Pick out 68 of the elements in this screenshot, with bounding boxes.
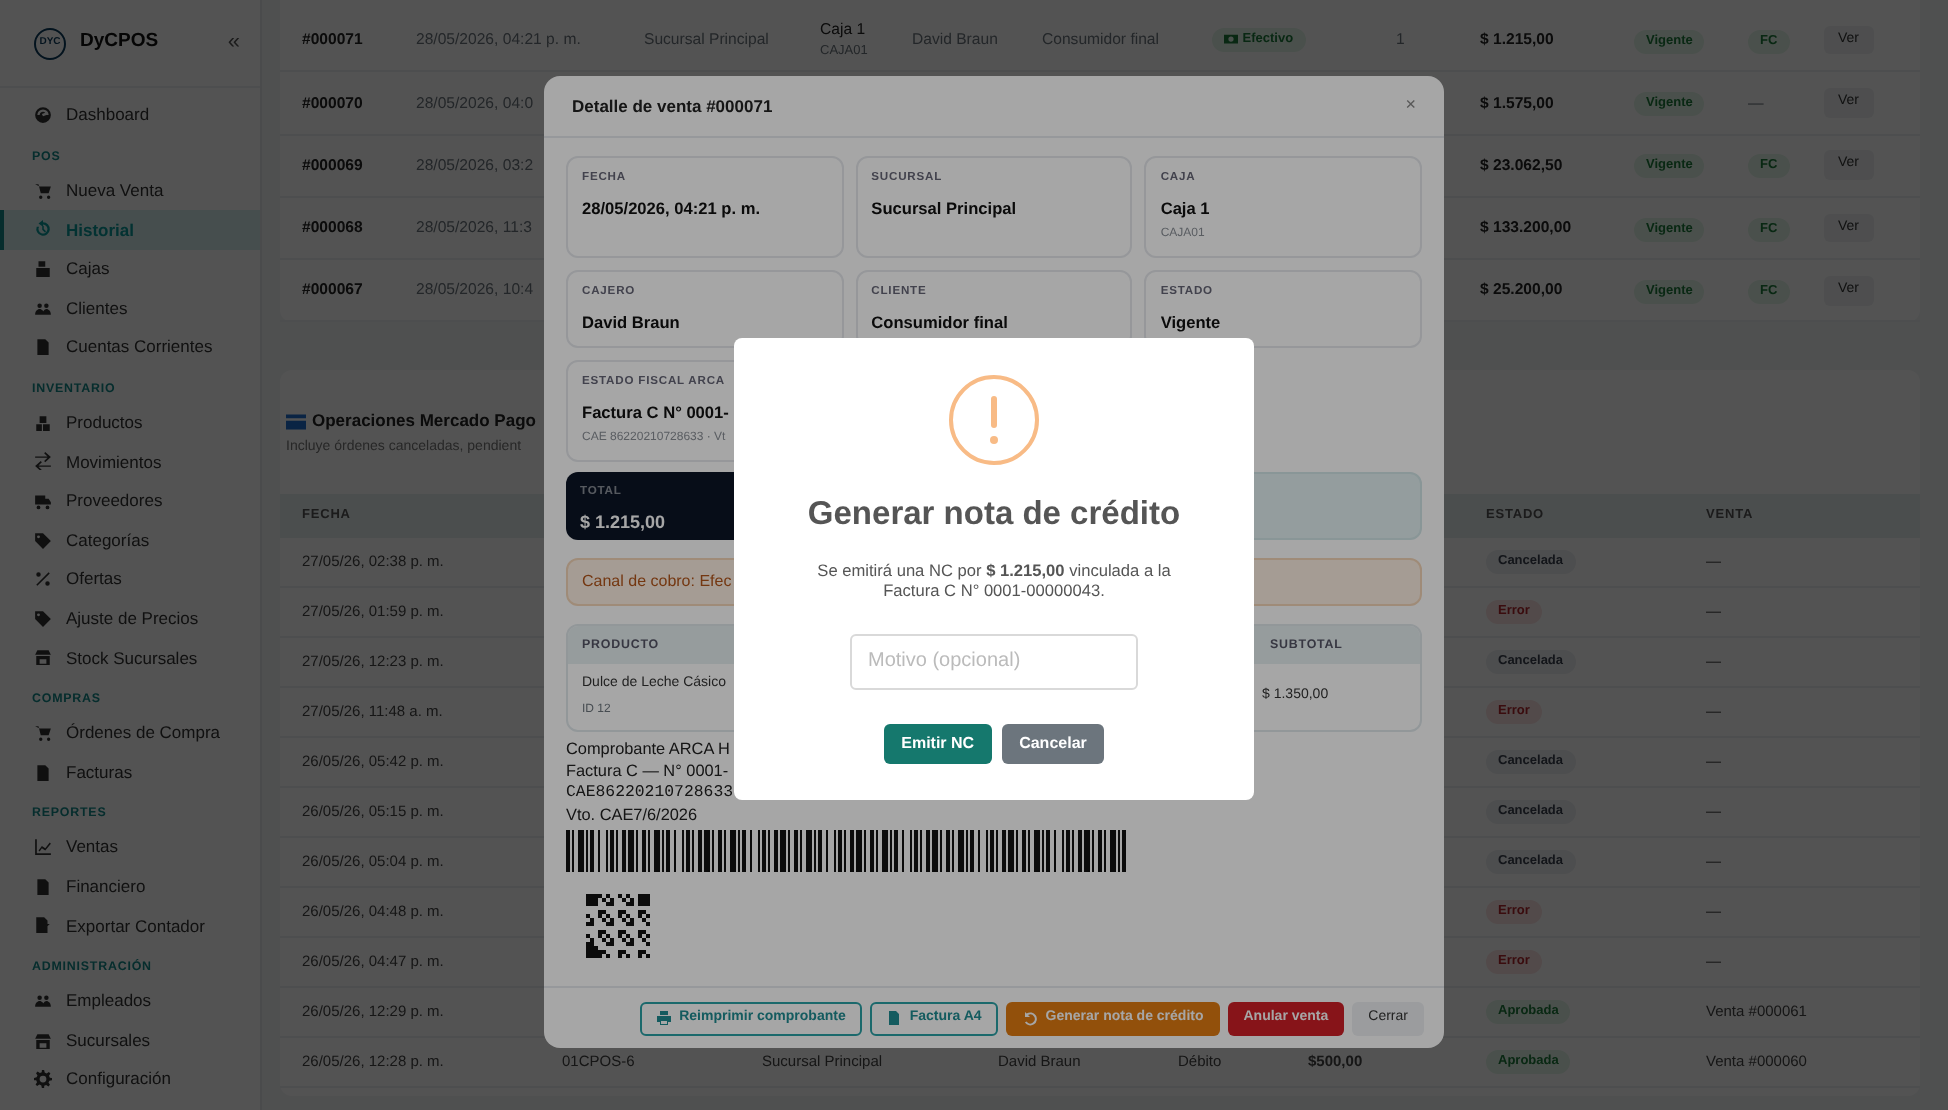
sidebar-item[interactable]: Financiero [0,867,260,907]
close-button[interactable]: × [1405,92,1416,120]
sidebar-item[interactable]: Sucursales [0,1020,260,1060]
receipt-line: Vto. CAE7/6/2026 [566,803,698,826]
cash-icon [1224,32,1238,47]
people-icon [34,991,52,1010]
reason-input[interactable]: Motivo (opcional) [850,633,1138,690]
settings-icon [34,1070,52,1089]
warning-icon [948,374,1040,466]
document-icon [34,763,52,782]
sidebar-item[interactable]: Categorías [0,520,260,560]
card-title: Operaciones Mercado Pago [312,408,536,435]
field-value: David Braun [582,309,682,335]
document-icon [34,877,52,896]
receipt-line: CAE86220210728633 [566,781,734,804]
sidebar-item[interactable]: Cuentas Corrientes [0,327,260,368]
sidebar-item[interactable]: Stock Sucursales [0,638,260,678]
collapse-button[interactable]: « [227,26,240,60]
sidebar-item[interactable]: Clientes [0,288,260,328]
store-icon [34,648,52,667]
sidebar-item[interactable]: Facturas [0,752,260,792]
qr-code [586,893,650,958]
register-icon [34,260,52,279]
field-value: Factura C N° 0001- [582,399,731,425]
gauge-icon [34,106,52,125]
store-icon [34,1031,52,1050]
people-icon [34,299,52,318]
cancel-button[interactable]: Cancelar [1001,723,1105,764]
dialog-message: Se emitirá una NC por $ 1.215,00 vinculada a la Factura C N° 0001-00000043. [815,559,1173,600]
undo-icon [1021,1010,1038,1026]
chart-icon [34,838,52,857]
sidebar-item[interactable]: Configuración [0,1059,260,1099]
sidebar-item[interactable]: Dashboard [0,96,260,136]
truck-icon [34,492,52,511]
tag-icon [34,531,52,550]
arrows-icon [34,452,52,471]
sidebar-item[interactable]: Historial [0,210,260,250]
sidebar-item[interactable]: Exportar Contador [0,906,260,946]
document-icon [885,1010,902,1026]
dialog-title: Generar nota de crédito [807,494,1181,536]
sidebar-item[interactable]: Empleados [0,981,260,1021]
history-icon [34,220,52,239]
sidebar-item[interactable]: Ajuste de Precios [0,599,260,639]
field-value: 28/05/2026, 04:21 p. m. [582,195,763,221]
sidebar-item[interactable]: Proveedores [0,481,260,521]
percent-icon [34,570,52,589]
card-icon [286,411,306,432]
brand-name: DyCPOS [80,28,159,57]
export-icon [34,916,52,935]
modal-title: Detalle de venta #000071 [572,93,773,119]
sidebar-item[interactable]: Ofertas [0,559,260,600]
cart-icon [34,181,52,200]
field-value: Consumidor final [871,309,1010,335]
field-value: Sucursal Principal [871,195,1019,221]
printer-icon [655,1010,672,1026]
cart-icon [34,724,52,743]
sidebar-item[interactable]: Órdenes de Compra [0,713,260,753]
document-icon [34,338,52,357]
tags-icon [34,609,52,628]
receipt-line: Comprobante ARCA H [566,737,730,760]
receipt-line: Factura C — N° 0001- [566,759,729,782]
field-value: Caja 1 [1160,195,1212,221]
boxes-icon [34,413,52,432]
sidebar-item[interactable]: Productos [0,403,260,443]
sidebar-item[interactable]: Ventas [0,827,260,867]
sidebar-item[interactable]: Movimientos [0,442,260,482]
confirm-button[interactable]: Emitir NC [883,723,993,764]
field-value: Vigente [1160,309,1223,335]
